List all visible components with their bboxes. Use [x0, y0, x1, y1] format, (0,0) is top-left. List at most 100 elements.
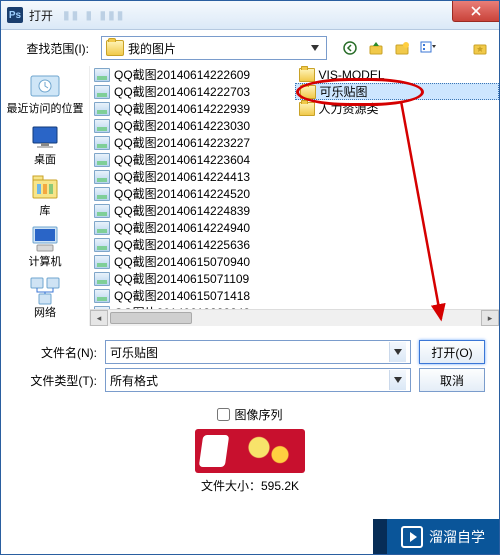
- file-item[interactable]: QQ截图20140614222939: [90, 100, 295, 117]
- sidebar-item-label: 库: [40, 205, 51, 217]
- filename-input[interactable]: 可乐贴图: [105, 340, 411, 364]
- sidebar-item-label: 网络: [34, 307, 56, 319]
- open-button[interactable]: 打开(O): [419, 340, 485, 364]
- scrollbar-thumb[interactable]: [110, 312, 192, 324]
- play-icon: [401, 526, 423, 548]
- sidebar-item-computer[interactable]: 计算机: [6, 221, 84, 270]
- file-name: QQ截图20140615071109: [114, 270, 249, 287]
- folder-icon: [300, 85, 316, 99]
- image-file-icon: [94, 153, 110, 167]
- file-item[interactable]: QQ截图20140614223604: [90, 151, 295, 168]
- cancel-button[interactable]: 取消: [419, 368, 485, 392]
- image-file-icon: [94, 221, 110, 235]
- file-item[interactable]: QQ截图20140614224413: [90, 168, 295, 185]
- file-item[interactable]: QQ截图20140615070940: [90, 253, 295, 270]
- file-name: 人力资源类: [319, 100, 379, 117]
- image-file-icon: [94, 136, 110, 150]
- folder-icon: [106, 40, 124, 56]
- chevron-down-icon: [389, 370, 406, 390]
- file-name: QQ截图20140614222939: [114, 100, 250, 117]
- sidebar-item-network[interactable]: 网络: [6, 272, 84, 321]
- image-file-icon: [94, 289, 110, 303]
- title-bar: Ps 打开 ▮▮ ▮ ▮▮▮: [1, 1, 499, 30]
- file-name: QQ截图20140615070940: [114, 253, 250, 270]
- file-list[interactable]: QQ截图20140614222609QQ截图20140614222703QQ截图…: [89, 66, 499, 326]
- toolbar: 查找范围(I): 我的图片: [1, 30, 499, 66]
- file-name: QQ截图20140614222703: [114, 83, 250, 100]
- up-one-level-icon[interactable]: [367, 39, 385, 57]
- close-button[interactable]: [452, 1, 499, 22]
- libraries-icon: [27, 172, 63, 204]
- bottom-panel: 文件名(N): 可乐贴图 打开(O) 文件类型(T): 所有格式 取消 图像序列…: [1, 326, 499, 498]
- filetype-value: 所有格式: [110, 372, 389, 389]
- sidebar-item-label: 最近访问的位置: [7, 103, 84, 115]
- file-item[interactable]: QQ截图20140615071109: [90, 270, 295, 287]
- sidebar-item-label: 桌面: [34, 154, 56, 166]
- horizontal-scrollbar[interactable]: ◂ ▸: [90, 309, 499, 326]
- image-file-icon: [94, 119, 110, 133]
- filetype-label: 文件类型(T):: [15, 372, 97, 389]
- file-item[interactable]: QQ截图20140614224520: [90, 185, 295, 202]
- file-item[interactable]: QQ截图20140614224839: [90, 202, 295, 219]
- file-name: QQ截图20140614225636: [114, 236, 250, 253]
- sidebar-item-label: 计算机: [29, 256, 62, 268]
- file-name: QQ截图20140614224940: [114, 219, 250, 236]
- network-icon: [27, 274, 63, 306]
- filetype-select[interactable]: 所有格式: [105, 368, 411, 392]
- watermark-text: 溜溜自学: [429, 527, 485, 547]
- image-file-icon: [94, 85, 110, 99]
- file-item[interactable]: QQ截图20140614222609: [90, 66, 295, 83]
- file-name: QQ截图20140614223604: [114, 151, 250, 168]
- file-item[interactable]: 可乐贴图: [295, 83, 500, 100]
- favorites-icon[interactable]: [471, 39, 489, 57]
- image-sequence-label: 图像序列: [234, 406, 282, 423]
- computer-icon: [27, 223, 63, 255]
- sidebar-item-desktop[interactable]: 桌面: [6, 119, 84, 168]
- sidebar-item-recent[interactable]: 最近访问的位置: [6, 68, 84, 117]
- image-sequence-row: 图像序列: [15, 406, 485, 423]
- new-folder-icon[interactable]: [393, 39, 411, 57]
- image-file-icon: [94, 204, 110, 218]
- file-item[interactable]: VIS-MODEL: [295, 66, 500, 83]
- file-item[interactable]: 人力资源类: [295, 100, 500, 117]
- folder-icon: [299, 68, 315, 82]
- file-item[interactable]: QQ截图20140614224940: [90, 219, 295, 236]
- sidebar-item-libraries[interactable]: 库: [6, 170, 84, 219]
- back-icon[interactable]: [341, 39, 359, 57]
- scrollbar-right-arrow[interactable]: ▸: [481, 310, 499, 326]
- chevron-down-icon: [389, 342, 406, 362]
- file-name: QQ截图20140615071418: [114, 287, 250, 304]
- image-file-icon: [94, 187, 110, 201]
- file-item[interactable]: QQ截图20140614223227: [90, 134, 295, 151]
- file-list-col1: QQ截图20140614222609QQ截图20140614222703QQ截图…: [90, 66, 295, 326]
- preview-area: 文件大小：595.2K: [15, 429, 485, 494]
- recent-places-icon: [27, 70, 63, 102]
- image-file-icon: [94, 255, 110, 269]
- image-file-icon: [94, 68, 110, 82]
- scrollbar-track[interactable]: [194, 310, 481, 326]
- preview-thumbnail: [195, 429, 305, 473]
- image-file-icon: [94, 102, 110, 116]
- app-icon: Ps: [7, 7, 23, 23]
- filename-row: 文件名(N): 可乐贴图 打开(O): [15, 340, 485, 364]
- look-in-label: 查找范围(I):: [11, 40, 95, 57]
- file-item[interactable]: QQ截图20140614225636: [90, 236, 295, 253]
- file-item[interactable]: QQ截图20140615071418: [90, 287, 295, 304]
- image-file-icon: [94, 170, 110, 184]
- scrollbar-left-arrow[interactable]: ◂: [90, 310, 108, 326]
- close-icon: [471, 6, 481, 16]
- file-name: QQ截图20140614224413: [114, 168, 250, 185]
- file-name: 可乐贴图: [320, 83, 368, 100]
- file-item[interactable]: QQ截图20140614223030: [90, 117, 295, 134]
- desktop-icon: [27, 121, 63, 153]
- image-sequence-checkbox[interactable]: [217, 408, 230, 421]
- file-list-col2: VIS-MODEL可乐贴图人力资源类: [295, 66, 500, 326]
- title-ghost-text: ▮▮ ▮ ▮▮▮: [63, 8, 125, 22]
- image-file-icon: [94, 238, 110, 252]
- file-item[interactable]: QQ截图20140614222703: [90, 83, 295, 100]
- view-menu-icon[interactable]: [419, 39, 437, 57]
- file-name: QQ截图20140614223030: [114, 117, 250, 134]
- file-name: VIS-MODEL: [319, 68, 385, 82]
- look-in-combo[interactable]: 我的图片: [101, 36, 327, 60]
- file-size-text: 文件大小：595.2K: [201, 477, 299, 494]
